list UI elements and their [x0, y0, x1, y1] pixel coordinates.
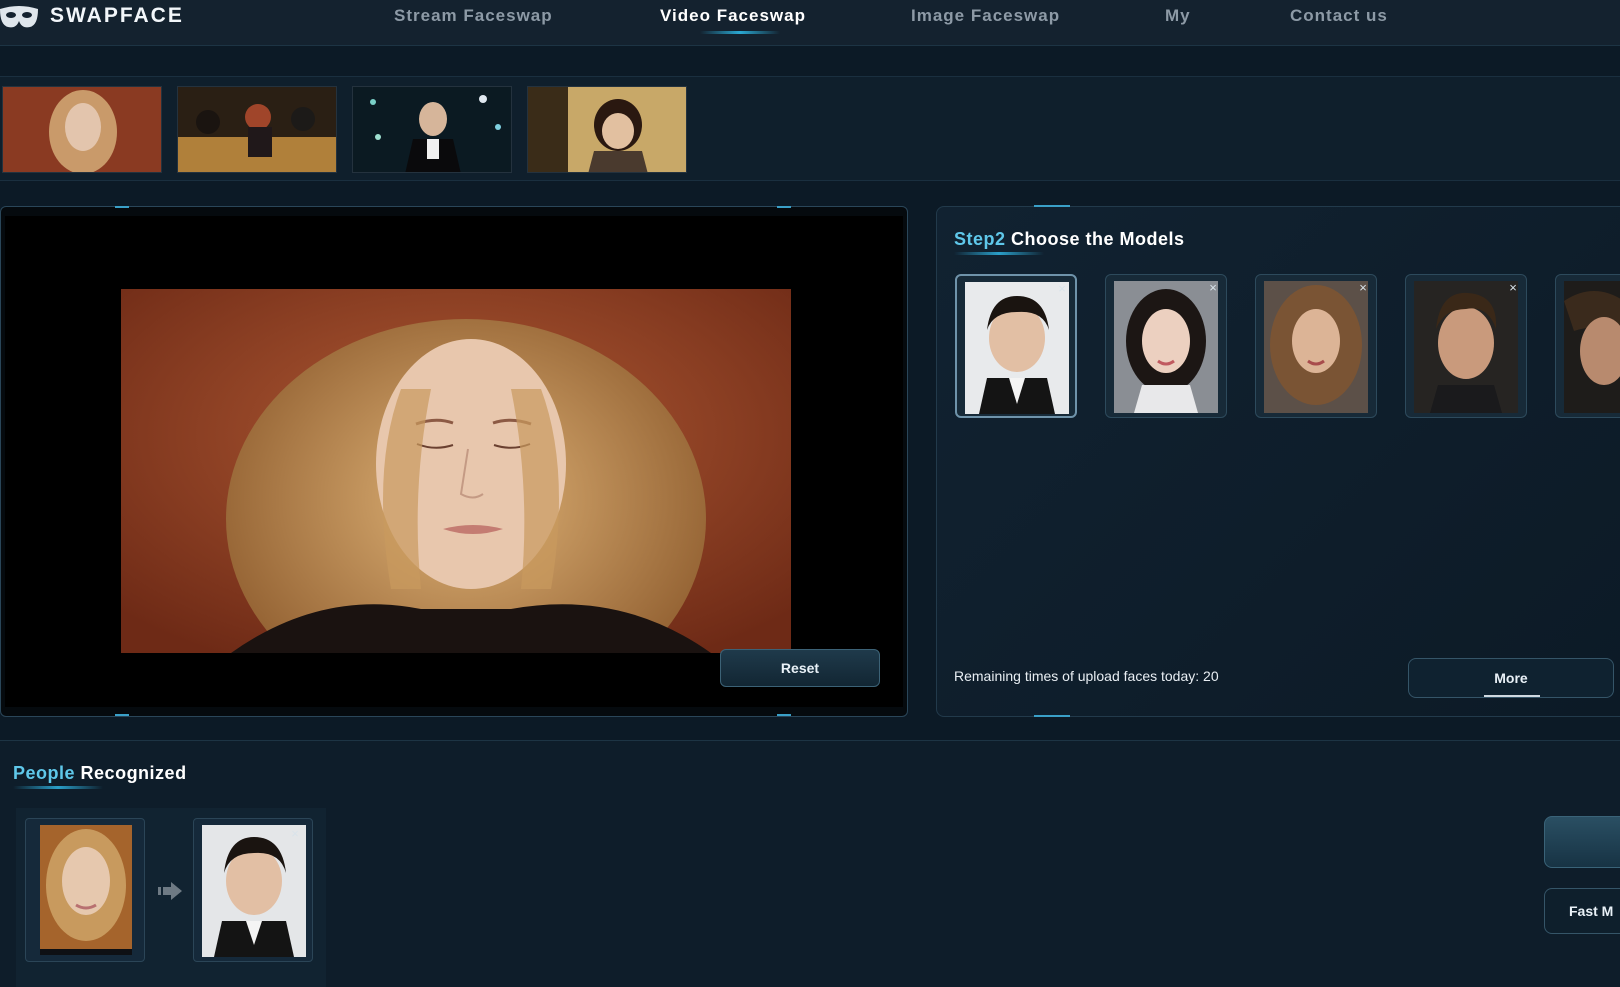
video-thumbnail[interactable] — [527, 86, 687, 173]
remove-target-face-icon[interactable]: × — [288, 827, 302, 841]
detected-face-card[interactable] — [25, 818, 145, 962]
video-frame — [121, 289, 791, 653]
more-button-underline — [1484, 695, 1540, 697]
video-thumbnail-strip — [0, 76, 1620, 181]
frame-accent — [115, 206, 129, 208]
model-photo — [1414, 281, 1518, 413]
nav-image-faceswap[interactable]: Image Faceswap — [911, 6, 1060, 26]
video-frame-image — [121, 289, 791, 653]
arrow-right-icon — [158, 882, 182, 900]
nav-my[interactable]: My — [1165, 6, 1191, 26]
model-card[interactable]: × — [955, 274, 1077, 418]
start-swap-button[interactable] — [1544, 816, 1620, 868]
top-nav-bar: SWAPFACE Stream Faceswap Video Faceswap … — [0, 0, 1620, 46]
model-card[interactable]: × — [1405, 274, 1527, 418]
models-title-step: Step2 — [954, 229, 1006, 249]
more-button[interactable]: More — [1408, 658, 1614, 698]
thumbnail-image — [353, 87, 511, 172]
frame-accent — [115, 714, 129, 716]
model-card[interactable]: × — [1255, 274, 1377, 418]
upload-remaining-text: Remaining times of upload faces today: 2… — [954, 668, 1219, 684]
people-section-title: People Recognized — [13, 763, 187, 784]
remove-model-icon[interactable]: × — [1356, 281, 1370, 295]
models-title-main: Choose the Models — [1011, 229, 1185, 249]
video-thumbnail[interactable] — [352, 86, 512, 173]
video-thumbnail[interactable] — [177, 86, 337, 173]
video-player[interactable] — [5, 216, 903, 707]
nav-stream-faceswap[interactable]: Stream Faceswap — [394, 6, 553, 26]
thumbnail-image — [3, 87, 161, 172]
model-photo — [965, 282, 1069, 414]
video-preview-panel — [0, 206, 908, 717]
frame-accent — [777, 714, 791, 716]
thumbnail-image — [528, 87, 686, 172]
target-face-card[interactable]: × — [193, 818, 313, 962]
nav-video-faceswap-label: Video Faceswap — [660, 6, 806, 25]
remove-model-icon[interactable]: × — [1506, 281, 1520, 295]
detected-face-image — [40, 825, 132, 955]
model-photo — [1114, 281, 1218, 413]
remove-model-icon[interactable]: × — [1206, 281, 1220, 295]
model-photo — [1264, 281, 1368, 413]
remove-model-icon[interactable]: × — [1055, 282, 1069, 296]
model-card[interactable]: × — [1105, 274, 1227, 418]
model-photo — [1564, 281, 1620, 413]
fast-mode-button[interactable]: Fast M — [1544, 888, 1620, 934]
title-underline — [13, 786, 103, 789]
main-nav: Stream Faceswap Video Faceswap Image Fac… — [0, 6, 1620, 34]
nav-active-indicator — [700, 31, 780, 34]
thumbnail-image — [178, 87, 336, 172]
people-title-main: Recognized — [80, 763, 187, 783]
frame-accent — [777, 206, 791, 208]
video-thumbnail[interactable] — [2, 86, 162, 173]
people-title-highlight: People — [13, 763, 76, 783]
nav-contact-us[interactable]: Contact us — [1290, 6, 1388, 26]
model-card[interactable] — [1555, 274, 1620, 418]
nav-video-faceswap[interactable]: Video Faceswap — [660, 6, 806, 34]
title-underline — [954, 252, 1044, 255]
panel-accent — [1034, 205, 1070, 207]
models-section-title: Step2 Choose the Models — [954, 229, 1185, 250]
reset-button[interactable]: Reset — [720, 649, 880, 687]
panel-accent — [1034, 715, 1070, 717]
